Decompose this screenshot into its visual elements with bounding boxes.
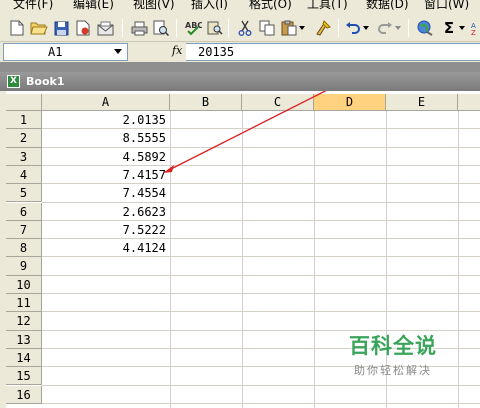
excel-workbook-icon: X	[7, 75, 20, 88]
fx-icon[interactable]: fx	[172, 44, 182, 57]
cut-icon[interactable]	[236, 19, 254, 37]
name-box-value: A1	[48, 45, 63, 59]
formula-input[interactable]: 20135	[186, 43, 480, 61]
paste-icon[interactable]	[280, 19, 298, 37]
spelling-icon[interactable]: ABC	[184, 19, 202, 37]
toolbar-separator	[176, 19, 177, 37]
copy-icon[interactable]	[258, 19, 276, 37]
menu-file[interactable]: 文件(F)	[13, 0, 53, 13]
workbook-title: Book1	[26, 75, 65, 88]
menu-data[interactable]: 数据(D)	[366, 0, 409, 13]
watermark-subtitle: 助你轻松解决	[354, 364, 432, 377]
toolbar-separator	[338, 19, 339, 37]
format-painter-icon[interactable]	[314, 19, 332, 37]
svg-text:ABC: ABC	[185, 21, 202, 30]
menu-window[interactable]: 窗口(W)	[424, 0, 469, 13]
svg-text:Z: Z	[471, 29, 476, 36]
hyperlink-icon[interactable]	[416, 19, 434, 37]
print-preview-icon[interactable]	[152, 19, 170, 37]
menu-bar: 文件(F) 编辑(E) 视图(V) 插入(I) 格式(O) 工具(T) 数据(D…	[0, 0, 480, 14]
menu-insert[interactable]: 插入(I)	[191, 0, 228, 13]
autosum-icon[interactable]: Σ	[440, 19, 458, 37]
menu-edit[interactable]: 编辑(E)	[73, 0, 114, 13]
redo-dropdown-icon[interactable]	[394, 19, 402, 37]
new-icon[interactable]	[8, 19, 26, 37]
chevron-down-icon[interactable]	[114, 49, 122, 54]
permission-icon[interactable]	[74, 19, 92, 37]
workspace-background	[0, 62, 480, 72]
standard-toolbar: ABC Σ AZ	[0, 14, 480, 42]
name-box[interactable]: A1	[3, 43, 128, 61]
print-icon[interactable]	[130, 19, 148, 37]
paste-dropdown-icon[interactable]	[298, 19, 306, 37]
research-icon[interactable]	[206, 19, 224, 37]
toolbar-separator	[122, 19, 123, 37]
formula-bar: A1 fx 20135	[0, 42, 480, 62]
workbook-titlebar: X Book1	[0, 72, 480, 91]
redo-icon[interactable]	[376, 19, 394, 37]
menu-view[interactable]: 视图(V)	[133, 0, 175, 13]
undo-dropdown-icon[interactable]	[362, 19, 370, 37]
undo-icon[interactable]	[344, 19, 362, 37]
save-icon[interactable]	[52, 19, 70, 37]
watermark-title: 百科全说	[349, 334, 437, 358]
autosum-dropdown-icon[interactable]	[458, 19, 466, 37]
sort-ascending-icon[interactable]: AZ	[470, 19, 480, 37]
watermark-logo: 百科全说 助你轻松解决	[328, 330, 458, 386]
menu-format[interactable]: 格式(O)	[249, 0, 292, 13]
open-icon[interactable]	[30, 19, 48, 37]
email-icon[interactable]	[96, 19, 114, 37]
toolbar-separator	[228, 19, 229, 37]
toolbar-separator	[408, 19, 409, 37]
menu-tools[interactable]: 工具(T)	[307, 0, 348, 13]
